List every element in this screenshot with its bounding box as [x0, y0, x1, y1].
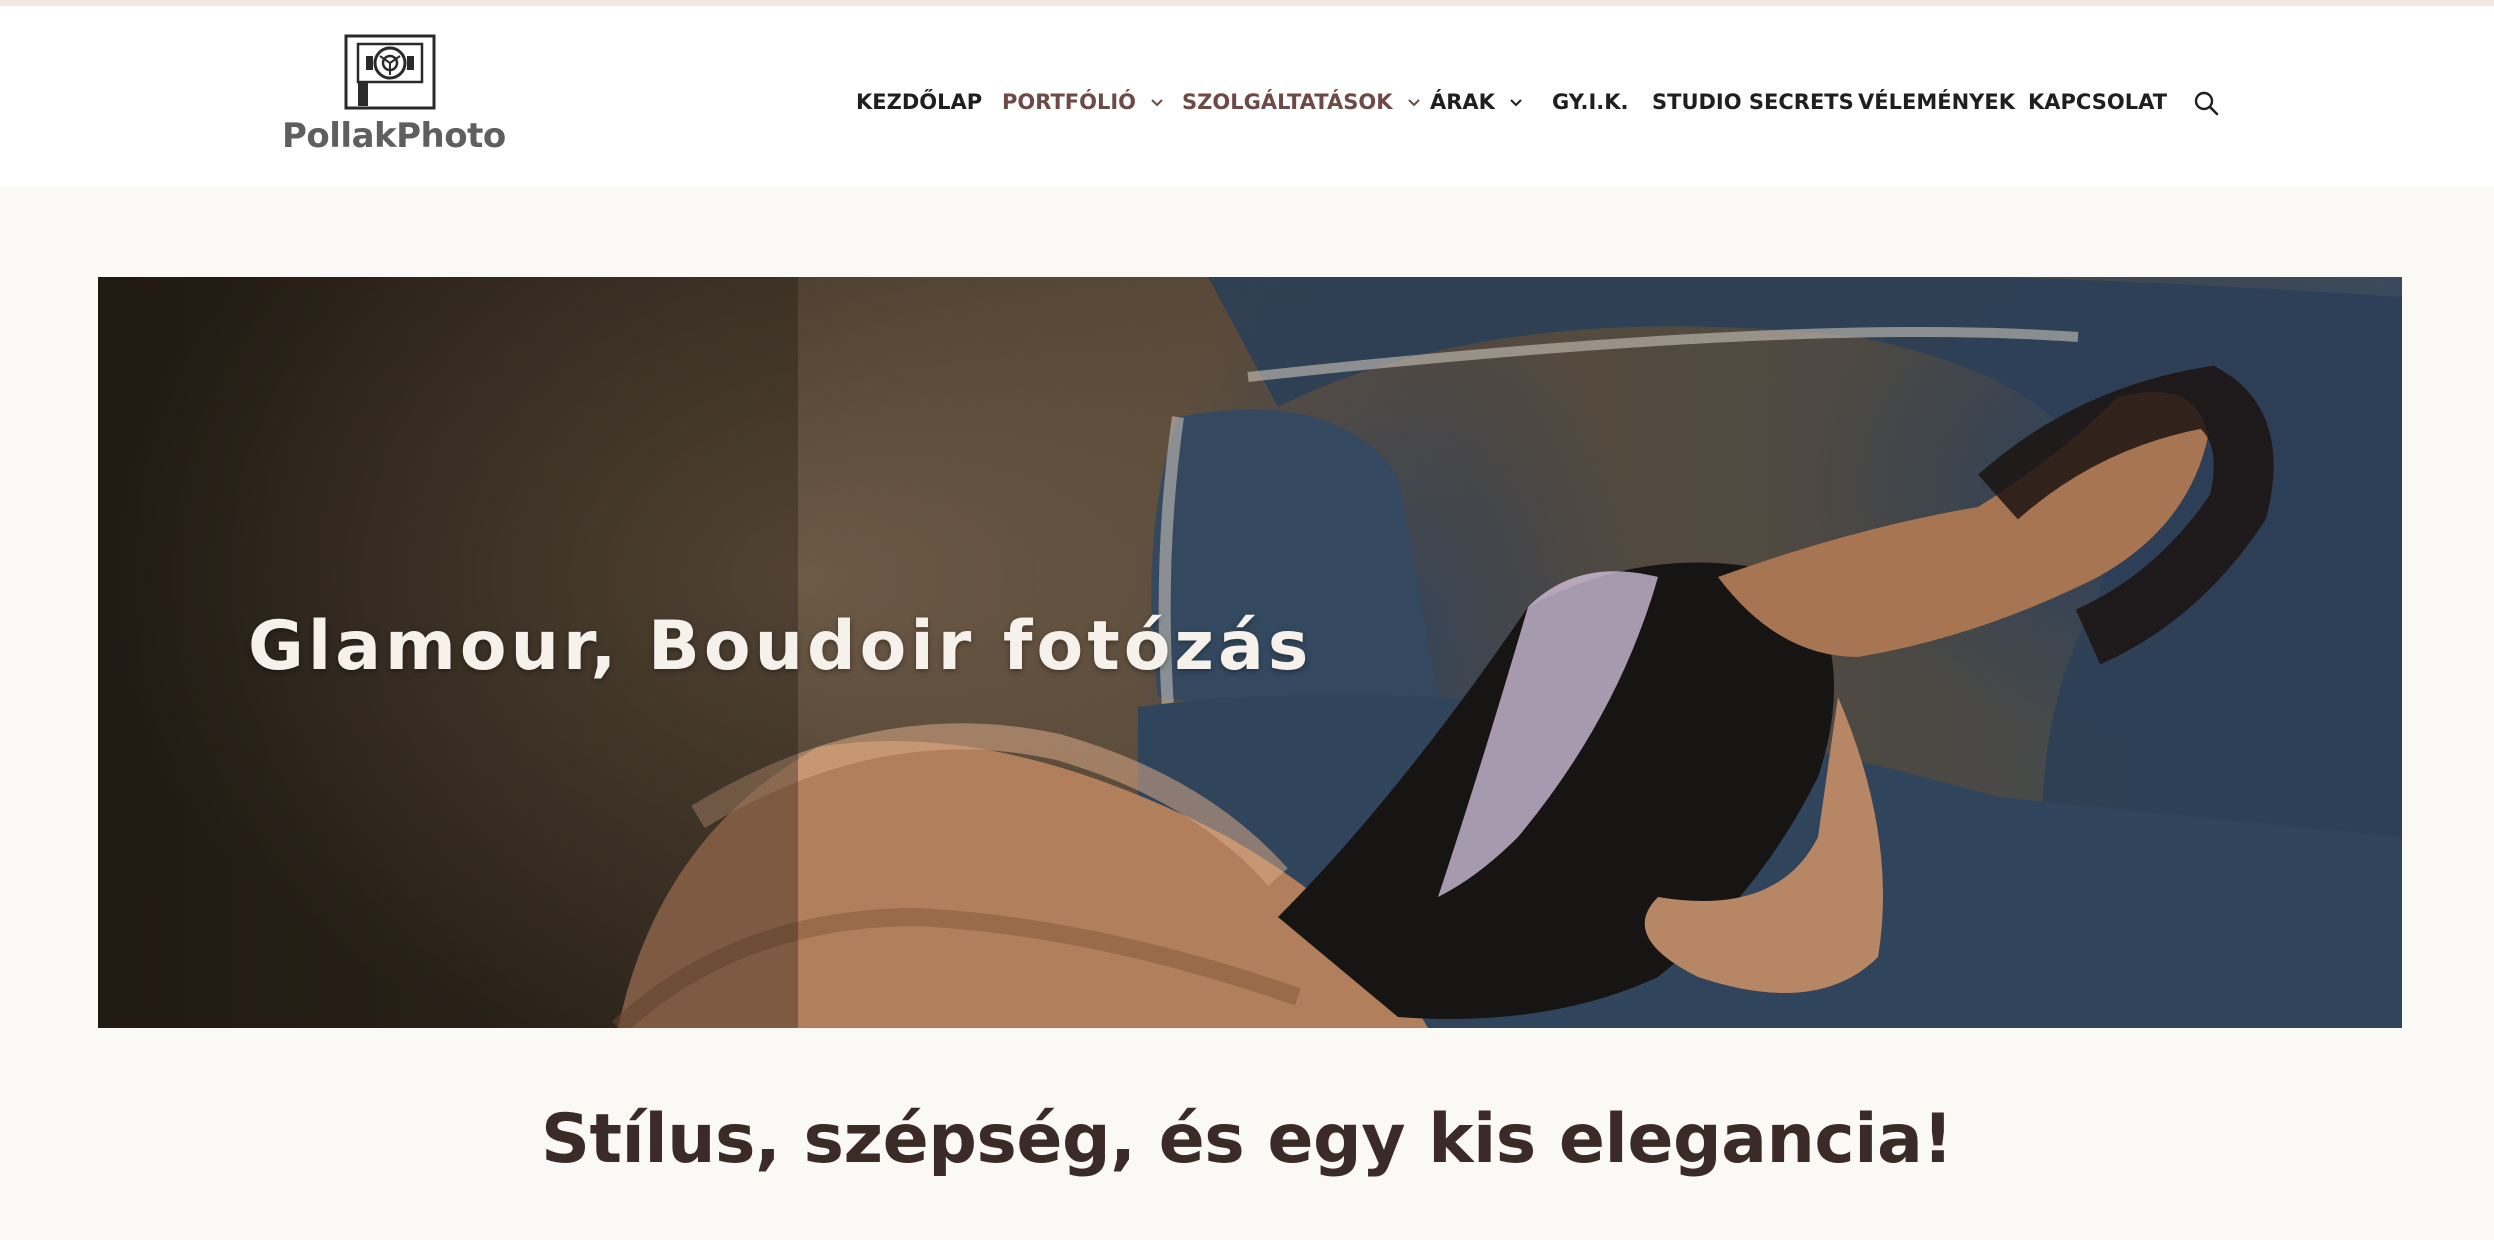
- nav-item-label: STUDIO SECRETS: [1652, 90, 1854, 114]
- nav-item-arak[interactable]: ÁRAK: [1430, 86, 1523, 118]
- nav-item-label: KEZDŐLAP: [856, 90, 983, 114]
- nav-item-label: ÁRAK: [1430, 90, 1495, 114]
- chevron-down-icon: [1407, 99, 1420, 107]
- chevron-down-icon: [1510, 99, 1522, 107]
- nav-item-label: VÉLEMÉNYEK: [1858, 90, 2015, 114]
- nav-item-label: GY.I.K.: [1552, 90, 1629, 114]
- brand-name: PollakPhoto: [282, 116, 506, 156]
- site-header: PollakPhoto KEZDŐLAP PORTFÓLIÓ SZOLGÁLTA…: [0, 6, 2494, 186]
- nav-item-gyik[interactable]: GY.I.K.: [1552, 86, 1629, 118]
- nav-item-kezdolap[interactable]: KEZDŐLAP: [856, 86, 982, 118]
- hero-title: Glamour, Boudoir fotózás: [248, 607, 1313, 686]
- nav-item-szolgaltatasok[interactable]: SZOLGÁLTATÁSOK: [1182, 86, 1421, 118]
- nav-item-label: SZOLGÁLTATÁSOK: [1182, 90, 1393, 114]
- nav-item-velemenyek[interactable]: VÉLEMÉNYEK: [1858, 86, 2015, 118]
- search-icon[interactable]: [2193, 90, 2219, 116]
- chevron-down-icon: [1151, 99, 1163, 107]
- main-navigation: KEZDŐLAP PORTFÓLIÓ SZOLGÁLTATÁSOK ÁRAK G…: [0, 86, 2494, 118]
- nav-item-studio-secrets[interactable]: STUDIO SECRETS: [1652, 86, 1854, 118]
- nav-item-kapcsolat[interactable]: KAPCSOLAT: [2028, 86, 2167, 118]
- page-tagline: Stílus, szépség, és egy kis elegancia!: [541, 1100, 1953, 1179]
- nav-item-label: PORTFÓLIÓ: [1002, 90, 1137, 114]
- hero-banner: Glamour, Boudoir fotózás: [98, 277, 2402, 1028]
- nav-item-label: KAPCSOLAT: [2028, 90, 2168, 114]
- nav-item-portfolio[interactable]: PORTFÓLIÓ: [1002, 86, 1164, 118]
